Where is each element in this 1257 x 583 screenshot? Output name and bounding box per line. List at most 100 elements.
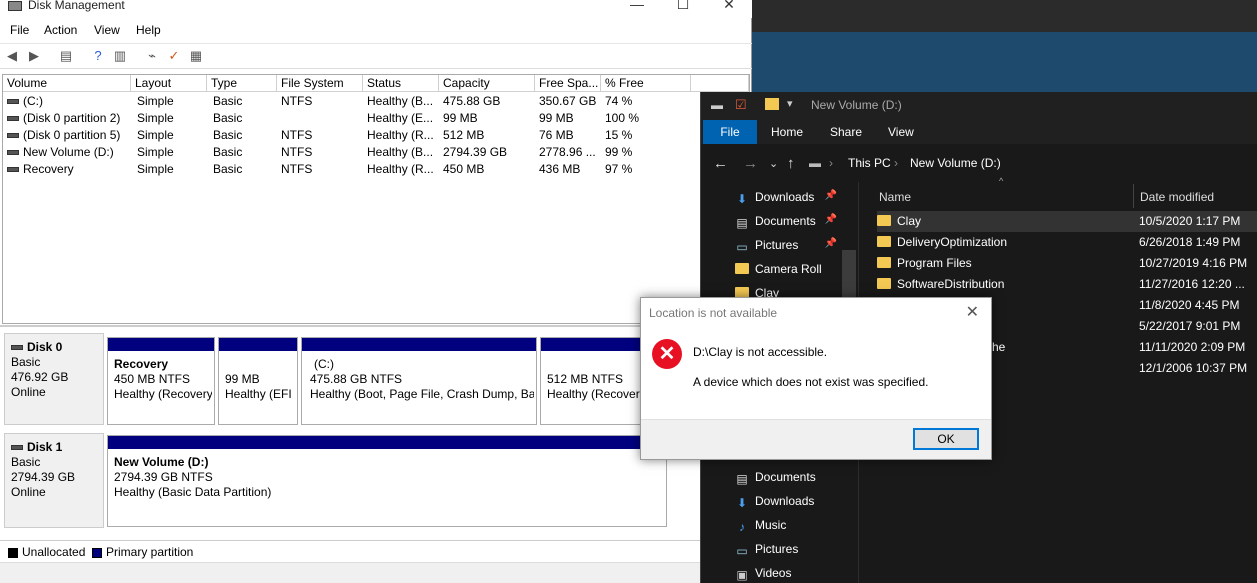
- file-date: 11/27/2016 12:20 ...: [1139, 277, 1245, 291]
- disk-0-label[interactable]: Disk 0 Basic 476.92 GB Online: [4, 333, 104, 425]
- disk-1-label[interactable]: Disk 1 Basic 2794.39 GB Online: [4, 433, 104, 528]
- check-icon[interactable]: ✓: [166, 48, 182, 64]
- file-date: 11/8/2020 4:45 PM: [1139, 298, 1240, 312]
- partition-name: New Volume (D:): [114, 455, 209, 469]
- partition-size: 99 MB: [225, 372, 260, 386]
- document-icon: ▤: [736, 216, 748, 230]
- menu-help[interactable]: Help: [136, 23, 161, 37]
- cell-fs: NTFS: [281, 94, 313, 108]
- nav-item-camera-roll[interactable]: Camera Roll: [735, 262, 822, 276]
- back-icon[interactable]: ◀: [4, 48, 20, 64]
- error-dialog: Location is not available ✕ ✕ D:\Clay is…: [640, 297, 992, 460]
- folder-icon: [877, 215, 891, 226]
- close-icon[interactable]: ✕: [706, 0, 752, 16]
- column-header-free-space[interactable]: Free Spa...: [535, 75, 601, 92]
- file-date: 5/22/2017 9:01 PM: [1139, 319, 1241, 333]
- cell-capacity: 99 MB: [443, 111, 478, 125]
- desktop-band: [752, 32, 1257, 92]
- partition-name: (C:): [314, 357, 334, 371]
- primary-partition-swatch: [92, 547, 102, 558]
- cell-capacity: 475.88 GB: [443, 94, 501, 108]
- list-item[interactable]: DeliveryOptimization 6/26/2018 1:49 PM: [877, 232, 1257, 253]
- list-icon[interactable]: ▦: [188, 48, 204, 64]
- file-name: Clay: [877, 211, 921, 232]
- partition-new-volume-d[interactable]: New Volume (D:) 2794.39 GB NTFS Healthy (B…: [107, 435, 667, 527]
- recent-locations-icon[interactable]: ⌄: [769, 157, 778, 170]
- table-row[interactable]: Recovery Simple Basic NTFS Healthy (R... 450 …: [3, 161, 749, 178]
- ok-button[interactable]: OK: [913, 428, 979, 450]
- nav-item-music[interactable]: ♪ Music: [735, 518, 786, 533]
- column-header-percent-free[interactable]: % Free: [601, 75, 691, 92]
- breadcrumb-separator-icon: ›: [894, 156, 898, 170]
- sort-ascending-icon: ^: [999, 176, 1004, 186]
- disk-graphical-view: Disk 0 Basic 476.92 GB Online Recovery 45…: [0, 325, 702, 540]
- menu-action[interactable]: Action: [44, 23, 77, 37]
- properties-icon[interactable]: ▥: [112, 48, 128, 64]
- list-item[interactable]: Program Files 10/27/2019 4:16 PM: [877, 253, 1257, 274]
- cell-type: Basic: [213, 145, 243, 159]
- help-icon[interactable]: ?: [90, 48, 106, 64]
- column-header-volume[interactable]: Volume: [3, 75, 131, 92]
- customize-quick-access-icon[interactable]: ▾: [787, 97, 793, 110]
- file-date: 10/27/2019 4:16 PM: [1139, 256, 1248, 270]
- breadcrumb-this-pc[interactable]: This PC: [848, 156, 891, 170]
- nav-item-pictures-pc[interactable]: ▭ Pictures: [735, 542, 798, 557]
- table-row[interactable]: (C:) Simple Basic NTFS Healthy (B... 475.88 G…: [3, 93, 749, 110]
- breadcrumb-new-volume[interactable]: New Volume (D:): [910, 156, 1001, 170]
- connect-icon[interactable]: ⌁: [144, 48, 160, 64]
- column-header-capacity[interactable]: Capacity: [439, 75, 535, 92]
- volume-icon: [7, 133, 19, 139]
- nav-item-downloads-pc[interactable]: ⬇ Downloads: [735, 494, 814, 509]
- download-icon: ⬇: [736, 496, 748, 510]
- up-arrow-icon[interactable]: ↑: [787, 155, 795, 172]
- cell-capacity: 512 MB: [443, 128, 485, 142]
- toolbar: ◀ ▶ ▤ ? ▥ ⌁ ✓ ▦: [0, 43, 752, 69]
- dialog-detail: A device which does not exist was specif…: [693, 375, 929, 389]
- partition-c[interactable]: (C:) 475.88 GB NTFS Healthy (Boot, Page Fi…: [301, 337, 537, 425]
- column-header-file-system[interactable]: File System: [277, 75, 363, 92]
- tab-view[interactable]: View: [888, 125, 914, 139]
- menu-file[interactable]: File: [10, 23, 29, 37]
- partition-efi[interactable]: 99 MBHealthy (EFI S: [218, 337, 298, 425]
- nav-item-documents-pc[interactable]: ▤ Documents: [735, 470, 815, 485]
- nav-item-downloads[interactable]: ⬇ Downloads 📌: [735, 190, 851, 205]
- cell-layout: Simple: [137, 94, 174, 108]
- list-item[interactable]: Clay 10/5/2020 1:17 PM: [877, 211, 1257, 232]
- folder-icon: [877, 236, 891, 247]
- back-arrow-icon[interactable]: ←: [713, 155, 728, 172]
- nav-item-documents[interactable]: ▤ Documents 📌: [735, 214, 851, 229]
- table-row[interactable]: New Volume (D:) Simple Basic NTFS Healthy (B…: [3, 144, 749, 161]
- column-header-date-modified[interactable]: Date modified: [1140, 190, 1214, 204]
- cell-free: 436 MB: [539, 162, 581, 176]
- column-header-status[interactable]: Status: [363, 75, 439, 92]
- dialog-close-icon[interactable]: ✕: [966, 302, 979, 322]
- minimize-icon[interactable]: —: [614, 0, 660, 16]
- volume-table: Volume Layout Type File System Status Ca…: [2, 74, 750, 324]
- tab-share[interactable]: Share: [830, 125, 862, 139]
- list-item[interactable]: SoftwareDistribution 11/27/2016 12:20 ...: [877, 274, 1257, 295]
- cell-volume: (Disk 0 partition 2): [7, 110, 131, 127]
- nav-item-pictures[interactable]: ▭ Pictures 📌: [735, 238, 851, 253]
- dialog-message: D:\Clay is not accessible.: [693, 345, 828, 359]
- properties-check-icon[interactable]: ☑: [735, 97, 747, 113]
- disk-name: Disk 1: [27, 440, 63, 454]
- menu-view[interactable]: View: [94, 23, 120, 37]
- forward-icon[interactable]: ▶: [26, 48, 42, 64]
- column-header-name[interactable]: Name: [879, 190, 911, 204]
- tab-home[interactable]: Home: [771, 125, 803, 139]
- cell-free: 76 MB: [539, 128, 574, 142]
- folder-icon: [735, 263, 749, 274]
- table-row[interactable]: (Disk 0 partition 2) Simple Basic Healthy (…: [3, 110, 749, 127]
- nav-item-videos[interactable]: ▣ Videos: [735, 566, 791, 581]
- partition-recovery[interactable]: Recovery 450 MB NTFS Healthy (Recovery: [107, 337, 215, 425]
- tab-file[interactable]: File: [703, 120, 757, 144]
- column-header-type[interactable]: Type: [207, 75, 277, 92]
- cell-fs: NTFS: [281, 162, 313, 176]
- column-header-layout[interactable]: Layout: [131, 75, 207, 92]
- cell-type: Basic: [213, 94, 243, 108]
- new-folder-icon[interactable]: [765, 98, 779, 110]
- console-tree-icon[interactable]: ▤: [58, 48, 74, 64]
- maximize-icon[interactable]: ☐: [660, 0, 706, 16]
- table-row[interactable]: (Disk 0 partition 5) Simple Basic NTFS Healt…: [3, 127, 749, 144]
- forward-arrow-icon[interactable]: →: [743, 155, 758, 172]
